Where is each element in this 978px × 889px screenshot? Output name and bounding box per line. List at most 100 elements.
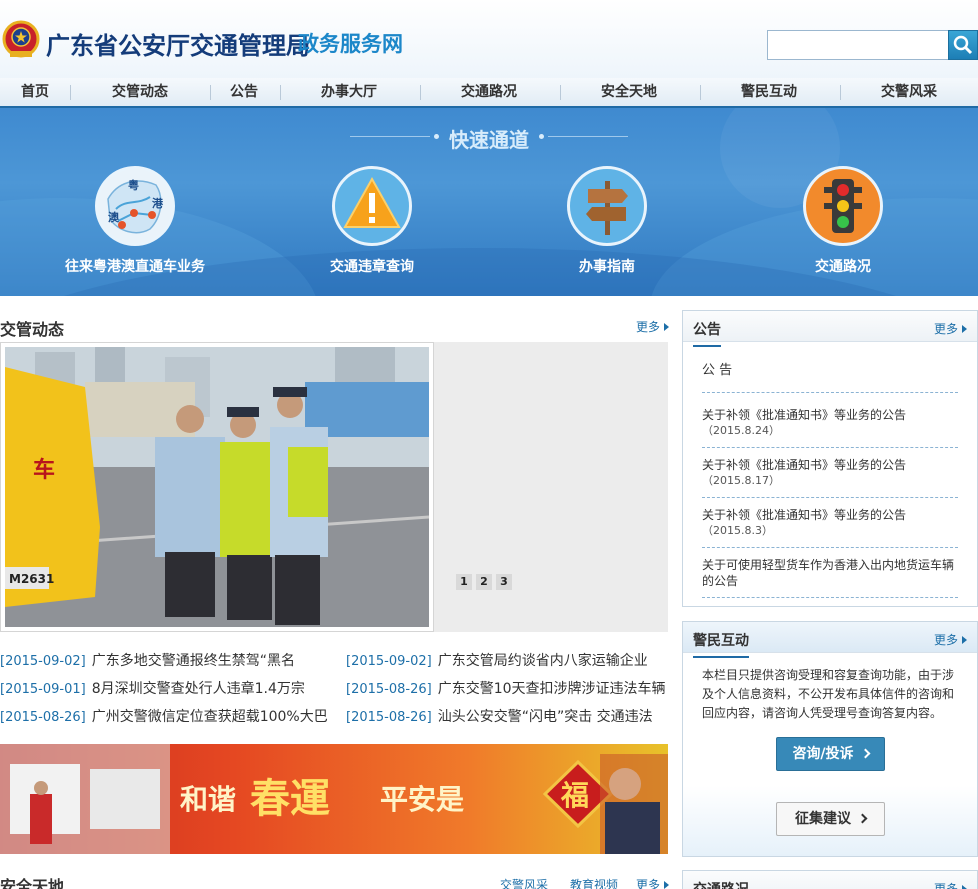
notice-title: 关于补领《批准通知书》等业务的公告 [702, 508, 907, 522]
quick-channel-title: 快速通道 [449, 128, 529, 152]
more-label: 更多 [636, 878, 661, 889]
quick-item-label: 交通违章查询 [330, 259, 414, 275]
news-title: 广东交警10天查扣涉牌涉证违法车辆 [437, 681, 666, 697]
news-item[interactable]: [2015-08-26] 广州交警微信定位查获超载100%大巴 [0, 706, 330, 726]
nav-news[interactable]: 交管动态 [95, 78, 185, 106]
safety-more-link[interactable]: 更多 [636, 876, 670, 889]
photo-bus-text: 车 [33, 457, 55, 483]
nav-service-hall[interactable]: 办事大厅 [304, 78, 394, 106]
quick-item-violation-query[interactable]: 交通违章查询 [282, 166, 462, 276]
news-date: [2015-09-02] [0, 654, 86, 669]
chevron-right-icon [860, 748, 871, 759]
quick-item-label: 交通路况 [815, 259, 871, 275]
triangle-right-icon [962, 885, 967, 889]
notice-date: （2015.8.24） [702, 424, 780, 437]
news-item[interactable]: [2015-09-02] 广东交管局约谈省内八家运输企业 [346, 650, 668, 670]
map-label-gang: 港 [152, 196, 164, 210]
search-button[interactable] [948, 30, 978, 60]
slide-page-1[interactable]: 1 [456, 574, 472, 590]
nav-traffic[interactable]: 交通路况 [444, 78, 534, 106]
triangle-right-icon [664, 881, 670, 889]
more-label: 更多 [636, 320, 661, 334]
triangle-right-icon [962, 636, 967, 644]
search-input[interactable] [767, 30, 949, 60]
police-emblem-icon [2, 20, 40, 58]
notice-panel-header: 公告 更多 [683, 311, 977, 347]
suggest-label: 征集建议 [795, 811, 851, 827]
news-item[interactable]: [2015-09-02] 广东多地交警通报终生禁驾“黑名 [0, 650, 330, 670]
notice-item[interactable]: 关于补领《批准通知书》等业务的公告 （2015.8.3） [702, 507, 958, 548]
notice-panel: 公告 更多 公 告 关于补领《批准通知书》等业务的公告 （2015.8.24） … [682, 310, 978, 607]
nav-divider [560, 85, 561, 100]
interaction-more-link[interactable]: 更多 [934, 631, 967, 648]
notice-item[interactable]: 关于补领《批准通知书》等业务的公告 （2015.8.24） [702, 407, 958, 448]
news-item[interactable]: [2015-08-26] 广东交警10天查扣涉牌涉证违法车辆 [346, 678, 668, 698]
banner-fu-character: 福 [561, 779, 590, 812]
title-line-right [548, 136, 628, 137]
traffic-panel-title: 交通路况 [693, 879, 749, 889]
slide-page-3[interactable]: 3 [496, 574, 512, 590]
map-label-ao: 澳 [108, 210, 120, 224]
traffic-more-link[interactable]: 更多 [934, 880, 967, 889]
interaction-panel-header: 警民互动 更多 [683, 622, 977, 658]
signpost-icon [567, 166, 647, 246]
slide-page-2[interactable]: 2 [476, 574, 492, 590]
notice-title: 关于补领《批准通知书》等业务的公告 [702, 458, 907, 472]
notice-title: 关于可使用轻型货车作为香港入出内地货运车辆的公告 [702, 558, 955, 588]
notice-date: （2015.8.17） [702, 474, 780, 487]
nav-divider [70, 85, 71, 100]
nav-divider [280, 85, 281, 100]
interaction-panel: 警民互动 更多 本栏目只提供咨询受理和容复查询功能，由于涉及个人信息资料，不公开… [682, 621, 978, 857]
notice-item[interactable]: 关于补领《批准通知书》等业务的公告 （2015.8.17） [702, 457, 958, 498]
chevron-right-icon [857, 813, 868, 824]
quick-item-guide[interactable]: 办事指南 [517, 166, 697, 276]
traffic-panel: 交通路况 更多 [682, 870, 978, 889]
notice-title: 关于补领《批准通知书》等业务的公告 [702, 408, 907, 422]
nav-police-style[interactable]: 交警风采 [864, 78, 954, 106]
nav-divider [420, 85, 421, 100]
news-item[interactable]: [2015-08-26] 汕头公安交警“闪电”突击 交通违法 [346, 706, 668, 726]
triangle-right-icon [962, 325, 967, 333]
quick-item-traffic[interactable]: 交通路况 [753, 166, 933, 276]
news-slider: M2631 车 1 2 3 [0, 342, 668, 632]
notice-date: （2015.8.3） [702, 524, 773, 537]
traffic-panel-header: 交通路况 更多 [683, 871, 977, 889]
consult-complain-button[interactable]: 咨询/投诉 [776, 737, 885, 771]
warning-icon [332, 166, 412, 246]
triangle-right-icon [664, 323, 670, 331]
more-label: 更多 [933, 322, 958, 336]
news-slide-photo[interactable]: M2631 车 [0, 342, 434, 632]
news-date: [2015-08-26] [346, 710, 432, 725]
news-title: 广东多地交警通报终生禁驾“黑名 [91, 653, 295, 669]
news-section-title: 交管动态 [0, 320, 65, 339]
more-label: 更多 [933, 882, 958, 889]
notice-item[interactable]: 关于可使用轻型货车作为香港入出内地货运车辆的公告 [702, 557, 958, 598]
notice-more-link[interactable]: 更多 [934, 320, 967, 337]
site-title: 广东省公安厅交通管理局 [46, 31, 310, 60]
news-item[interactable]: [2015-09-01] 8月深圳交警查处行人违章1.4万宗 [0, 678, 330, 698]
quick-item-label: 办事指南 [579, 259, 635, 275]
header: 广东省公安厅交通管理局 政务服务网 [0, 0, 978, 78]
news-title: 8月深圳交警查处行人违章1.4万宗 [91, 681, 305, 697]
main-nav: 首页 交管动态 公告 办事大厅 交通路况 安全天地 警民互动 交警风采 [0, 78, 978, 108]
tab-education-video[interactable]: 教育视频 [570, 876, 618, 889]
news-date: [2015-08-26] [0, 710, 86, 725]
map-label-yue: 粤 [128, 178, 139, 192]
news-more-link[interactable]: 更多 [636, 318, 670, 335]
map-icon: 粤 港 澳 [95, 166, 175, 246]
quick-item-hk-macau[interactable]: 粤 港 澳 往来粤港澳直通车业务 [45, 166, 225, 276]
nav-interaction[interactable]: 警民互动 [724, 78, 814, 106]
news-date: [2015-09-01] [0, 682, 86, 697]
tab-police-style[interactable]: 交警风采 [500, 876, 548, 889]
spring-festival-banner[interactable]: 和谐 春運 平安是 福 [0, 744, 668, 854]
suggestion-button[interactable]: 征集建议 [776, 802, 885, 836]
nav-home[interactable]: 首页 [8, 78, 62, 106]
nav-divider [700, 85, 701, 100]
news-title: 广州交警微信定位查获超载100%大巴 [91, 709, 328, 725]
site-subtitle: 政务服务网 [298, 32, 403, 56]
banner-text-spring: 春運 [250, 775, 330, 822]
news-title: 广东交管局约谈省内八家运输企业 [437, 653, 648, 669]
nav-notice[interactable]: 公告 [222, 78, 266, 106]
nav-safety[interactable]: 安全天地 [584, 78, 674, 106]
traffic-light-icon [803, 166, 883, 246]
